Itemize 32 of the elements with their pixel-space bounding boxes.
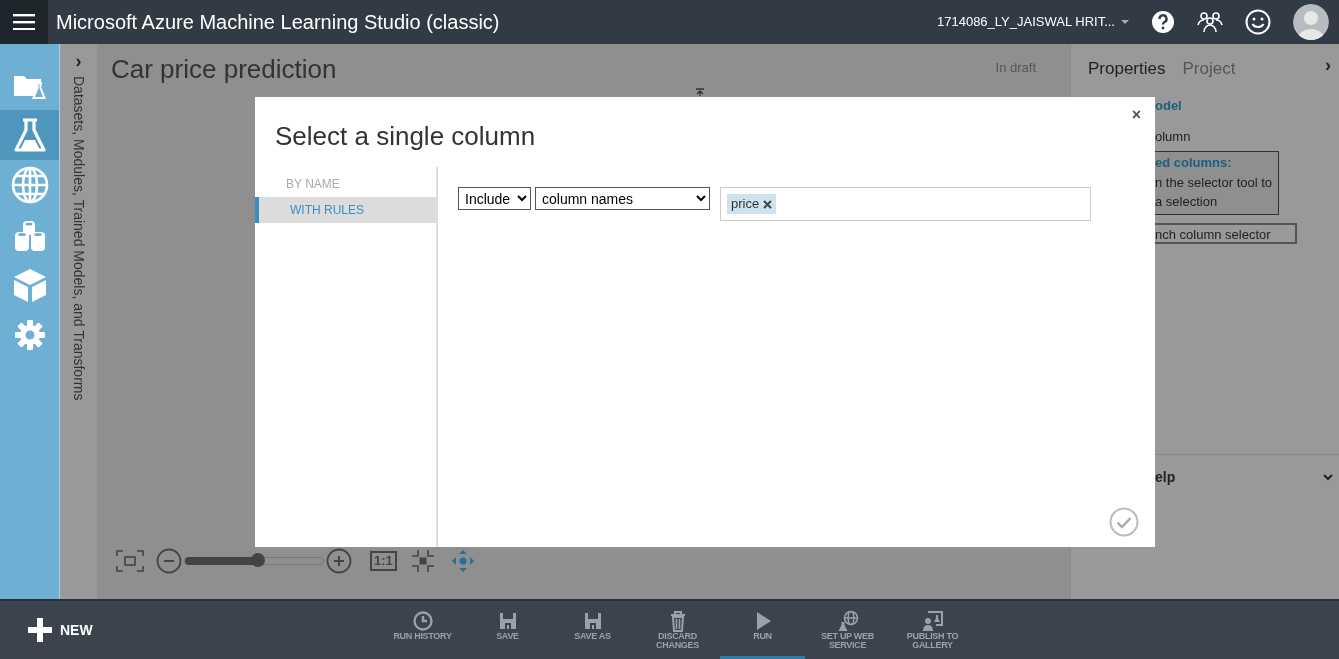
panel-tab[interactable]: Project xyxy=(1182,56,1236,82)
experiment-title: Car price prediction xyxy=(111,53,337,86)
panel-tab[interactable]: Properties xyxy=(1088,56,1166,82)
tag-label: price xyxy=(731,195,760,214)
module-name: odel xyxy=(1155,96,1183,115)
app-title: Microsoft Azure Machine Learning Studio (classic) xyxy=(56,10,500,35)
toolbar-button[interactable]: PUBLISH TO GALLERY xyxy=(890,601,975,659)
summary-hint: n the selector tool to xyxy=(1155,173,1274,192)
toolbar-button[interactable]: RUN HISTORY xyxy=(380,601,465,659)
toolbar-button[interactable]: DISCARD CHANGES xyxy=(635,601,720,659)
field-label: olumn xyxy=(1155,128,1192,146)
expand-button[interactable]: › xyxy=(75,52,82,70)
mode-tab[interactable]: BY NAME xyxy=(255,171,436,197)
help-heading: elp xyxy=(1155,467,1176,487)
palette-label[interactable]: Datasets, Modules, Trained Models, and Transforms xyxy=(68,76,89,401)
new-label: NEW xyxy=(60,620,93,640)
actual-size-button[interactable]: 1:1 xyxy=(370,551,397,571)
summary-title: ed columns: xyxy=(1155,154,1233,173)
include-dropdown[interactable]: Include xyxy=(458,187,531,210)
new-button[interactable]: NEW xyxy=(0,601,380,659)
summary-hint: a selection xyxy=(1155,193,1219,212)
launch-selector-button[interactable]: nch column selector xyxy=(1155,222,1297,244)
dialog-title: Select a single column xyxy=(275,120,536,153)
toolbar-button[interactable]: SAVE xyxy=(465,601,550,659)
mode-tab[interactable]: WITH RULES xyxy=(255,197,436,223)
column-name-field[interactable]: price xyxy=(720,187,1091,221)
toolbar-button[interactable]: SET UP WEB SERVICE xyxy=(805,601,890,659)
close-button[interactable]: × xyxy=(1131,107,1141,123)
toolbar-button[interactable]: RUN xyxy=(720,601,805,659)
criteria-dropdown[interactable]: column names xyxy=(535,187,710,210)
collapse-button[interactable]: › xyxy=(1325,52,1331,79)
toolbar-button[interactable]: SAVE AS xyxy=(550,601,635,659)
